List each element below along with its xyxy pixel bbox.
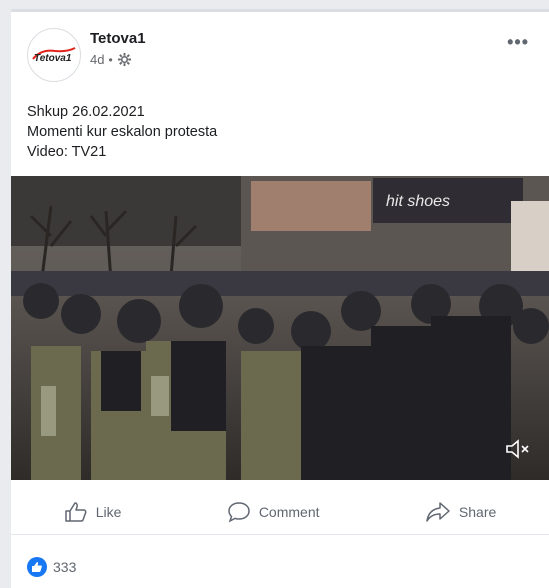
reaction-count: 333 bbox=[53, 559, 77, 575]
like-label: Like bbox=[95, 504, 122, 520]
share-icon bbox=[426, 502, 450, 522]
like-reaction-icon bbox=[27, 557, 47, 577]
like-button[interactable]: Like bbox=[54, 497, 132, 527]
share-button[interactable]: Share bbox=[415, 497, 506, 527]
post-text-line: Video: TV21 bbox=[27, 144, 107, 160]
video-player[interactable]: hit shoes bbox=[11, 176, 549, 480]
svg-text:Tetova1: Tetova1 bbox=[34, 53, 72, 64]
post-time[interactable]: 4d bbox=[90, 52, 104, 67]
post-text-line: Momenti kur eskalon protesta bbox=[27, 124, 218, 140]
comment-icon bbox=[228, 502, 250, 523]
page-name[interactable]: Tetova1 bbox=[90, 30, 146, 47]
page-avatar[interactable]: Tetova1 bbox=[27, 28, 81, 82]
speaker-muted-icon bbox=[506, 439, 529, 459]
post-text: Shkup 26.02.2021 Momenti kur eskalon pro… bbox=[27, 102, 217, 162]
post-header: Tetova1 Tetova1 4d • ••• bbox=[11, 12, 549, 90]
video-frame: hit shoes bbox=[11, 176, 549, 480]
more-options-button[interactable]: ••• bbox=[507, 32, 529, 53]
comment-button[interactable]: Comment bbox=[217, 497, 330, 527]
store-sign: hit shoes bbox=[386, 193, 450, 210]
gear-icon bbox=[117, 52, 131, 67]
thumbs-up-icon bbox=[64, 502, 87, 522]
tetova1-logo: Tetova1 bbox=[32, 47, 76, 64]
share-label: Share bbox=[458, 504, 497, 520]
post-text-line: Shkup 26.02.2021 bbox=[27, 104, 145, 120]
mute-button[interactable] bbox=[503, 436, 533, 462]
reactions-summary[interactable]: 333 bbox=[27, 557, 76, 577]
post-actions: Like Comment Share bbox=[11, 490, 549, 535]
meta-separator: • bbox=[108, 52, 113, 67]
comment-label: Comment bbox=[258, 504, 320, 520]
post-card: Tetova1 Tetova1 4d • ••• Shkup 26.02.202… bbox=[11, 9, 549, 588]
post-meta: 4d • bbox=[90, 52, 132, 67]
